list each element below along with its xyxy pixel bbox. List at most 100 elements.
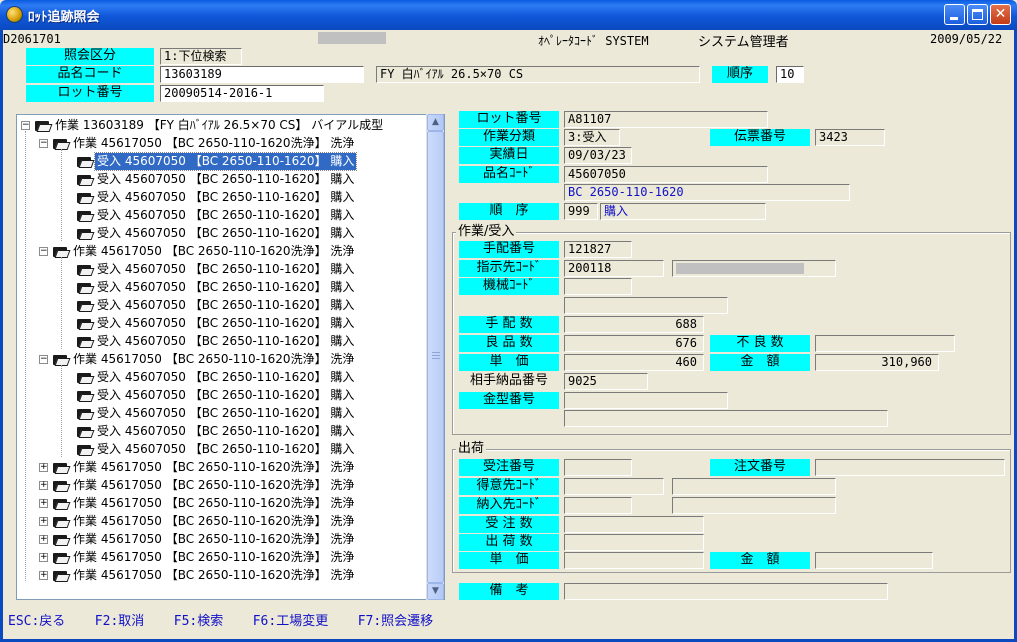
expand-icon[interactable]: + — [39, 571, 48, 580]
tree-node-label[interactable]: 受入 45607050 【BC 2650-110-1620】 購入 — [95, 441, 356, 458]
scroll-grip — [432, 355, 440, 356]
scroll-up-button[interactable]: ▲ — [427, 114, 444, 131]
minimize-button[interactable] — [944, 4, 965, 25]
dest-code-field: 200118 — [564, 260, 664, 277]
folder-icon — [77, 390, 95, 402]
close-icon: ✕ — [994, 6, 1007, 22]
expand-icon[interactable]: + — [39, 463, 48, 472]
ship-group-title: 出荷 — [456, 441, 487, 456]
delivery-name-field — [672, 497, 836, 514]
machine-code-field — [564, 278, 632, 295]
search-lot-input[interactable]: 20090514-2016-1 — [160, 85, 324, 102]
folder-icon — [77, 426, 95, 438]
detail-lot-field: A81107 — [564, 111, 768, 128]
expand-icon[interactable]: + — [39, 481, 48, 490]
detail-work-type-field: 3:受入 — [564, 129, 620, 146]
tree-node-label[interactable]: 受入 45607050 【BC 2650-110-1620】 購入 — [95, 261, 356, 278]
tree-node-label[interactable]: 受入 45607050 【BC 2650-110-1620】 購入 — [95, 189, 356, 206]
expand-icon[interactable]: + — [39, 535, 48, 544]
folder-icon — [53, 498, 71, 510]
tree-node-label[interactable]: 受入 45607050 【BC 2650-110-1620】 購入 — [93, 152, 358, 171]
tree-node-label[interactable]: 受入 45607050 【BC 2650-110-1620】 購入 — [95, 297, 356, 314]
folder-icon — [53, 516, 71, 528]
tree-node-label[interactable]: 受入 45607050 【BC 2650-110-1620】 購入 — [95, 405, 356, 422]
partner-delivery-label: 相手納品番号 — [469, 373, 548, 388]
folder-icon — [53, 480, 71, 492]
mold-name-field — [564, 410, 888, 427]
scroll-down-button[interactable]: ▼ — [427, 583, 444, 600]
collapse-icon[interactable]: − — [39, 355, 48, 364]
tree-node-label[interactable]: 作業 45617050 【BC 2650-110-1620洗浄】 洗浄 — [71, 243, 356, 260]
search-mode-field[interactable]: 1:下位検索 — [160, 48, 242, 65]
detail-lot-label: ロット番号 — [459, 111, 559, 128]
tree-node-label[interactable]: 作業 45617050 【BC 2650-110-1620洗浄】 洗浄 — [71, 477, 356, 494]
expand-icon[interactable]: + — [39, 517, 48, 526]
tree-node-label[interactable]: 作業 45617050 【BC 2650-110-1620洗浄】 洗浄 — [71, 135, 356, 152]
tree-connector-line — [61, 365, 62, 457]
tree-node-label[interactable]: 作業 45617050 【BC 2650-110-1620洗浄】 洗浄 — [71, 495, 356, 512]
tree-node-label[interactable]: 受入 45607050 【BC 2650-110-1620】 購入 — [95, 207, 356, 224]
f6-key-hint[interactable]: F6:工場変更 — [253, 614, 328, 629]
tree-node-label[interactable]: 受入 45607050 【BC 2650-110-1620】 購入 — [95, 315, 356, 332]
tree-node-label[interactable]: 受入 45607050 【BC 2650-110-1620】 購入 — [95, 279, 356, 296]
tree-scrollbar[interactable]: ▲ ▼ — [426, 114, 444, 600]
ship-qty-field — [564, 534, 704, 551]
folder-icon — [77, 300, 95, 312]
search-item-code-input[interactable]: 13603189 — [160, 66, 364, 83]
detail-slip-field: 3423 — [815, 129, 885, 146]
customer-code-label: 得意先ｺｰﾄﾞ — [459, 478, 559, 495]
tree-node-label[interactable]: 作業 45617050 【BC 2650-110-1620洗浄】 洗浄 — [71, 531, 356, 548]
f7-key-hint[interactable]: F7:照会遷移 — [358, 614, 433, 629]
remarks-field — [564, 583, 888, 600]
f2-key-hint[interactable]: F2:取消 — [95, 614, 144, 629]
tree-node-label[interactable]: 受入 45607050 【BC 2650-110-1620】 購入 — [95, 387, 356, 404]
folder-icon — [77, 408, 95, 420]
window-title: ﾛｯﾄ追跡照会 — [28, 10, 100, 25]
collapse-icon[interactable]: − — [39, 247, 48, 256]
detail-item-code-field: 45607050 — [564, 166, 768, 183]
folder-icon — [77, 228, 95, 240]
title-bar[interactable]: ﾛｯﾄ追跡照会 ✕ — [0, 0, 1017, 30]
ship-amount-label: 金 額 — [710, 552, 810, 569]
tree-node-label[interactable]: 受入 45607050 【BC 2650-110-1620】 購入 — [95, 423, 356, 440]
f5-key-hint[interactable]: F5:検索 — [174, 614, 223, 629]
defect-qty-field — [815, 335, 955, 352]
tree-node-label[interactable]: 受入 45607050 【BC 2650-110-1620】 購入 — [95, 171, 356, 188]
folder-icon — [77, 336, 95, 348]
tree-node-label[interactable]: 受入 45607050 【BC 2650-110-1620】 購入 — [95, 333, 356, 350]
minimize-icon — [950, 17, 958, 20]
collapse-icon[interactable]: − — [39, 139, 48, 148]
po-no-field — [815, 459, 1005, 476]
expand-icon[interactable]: + — [39, 499, 48, 508]
tree-node-label[interactable]: 作業 13603189 【FY 白ﾊﾞｲｱﾙ 26.5×70 CS】 バイアル成… — [53, 117, 385, 134]
folder-icon — [77, 318, 95, 330]
screen-id: D2061701 — [3, 32, 61, 46]
tree-node-label[interactable]: 作業 45617050 【BC 2650-110-1620洗浄】 洗浄 — [71, 513, 356, 530]
lot-tree[interactable]: − 作業 13603189 【FY 白ﾊﾞｲｱﾙ 26.5×70 CS】 バイアル… — [16, 114, 445, 600]
scroll-thumb[interactable] — [427, 131, 444, 583]
folder-icon — [77, 372, 95, 384]
detail-order-field: 999 — [564, 203, 598, 220]
folder-icon — [53, 534, 71, 546]
tree-node-label[interactable]: 作業 45617050 【BC 2650-110-1620洗浄】 洗浄 — [71, 459, 356, 476]
tree-node-label[interactable]: 受入 45607050 【BC 2650-110-1620】 購入 — [95, 369, 356, 386]
order-qty-field — [564, 516, 704, 533]
tree-node-label[interactable]: 作業 45617050 【BC 2650-110-1620洗浄】 洗浄 — [71, 549, 356, 566]
maximize-button[interactable] — [967, 4, 988, 25]
ship-unit-price-field — [564, 552, 704, 569]
tree-node-label[interactable]: 受入 45607050 【BC 2650-110-1620】 購入 — [95, 225, 356, 242]
scroll-grip — [432, 358, 440, 359]
chevron-down-icon: ▼ — [432, 586, 439, 596]
tree-node-label[interactable]: 作業 45617050 【BC 2650-110-1620洗浄】 洗浄 — [71, 351, 356, 368]
app-globe-icon — [6, 6, 23, 23]
header-date: 2009/05/22 — [930, 32, 1003, 46]
collapse-icon[interactable]: − — [21, 121, 30, 130]
detail-result-date-label: 実績日 — [459, 147, 559, 164]
search-order-input[interactable]: 10 — [776, 66, 804, 83]
folder-icon — [77, 192, 95, 204]
close-button[interactable]: ✕ — [990, 4, 1011, 25]
expand-icon[interactable]: + — [39, 553, 48, 562]
good-qty-field: 676 — [564, 335, 704, 352]
tree-node-label[interactable]: 作業 45617050 【BC 2650-110-1620洗浄】 洗浄 — [71, 567, 356, 584]
esc-key-hint[interactable]: ESC:戻る — [8, 614, 65, 629]
